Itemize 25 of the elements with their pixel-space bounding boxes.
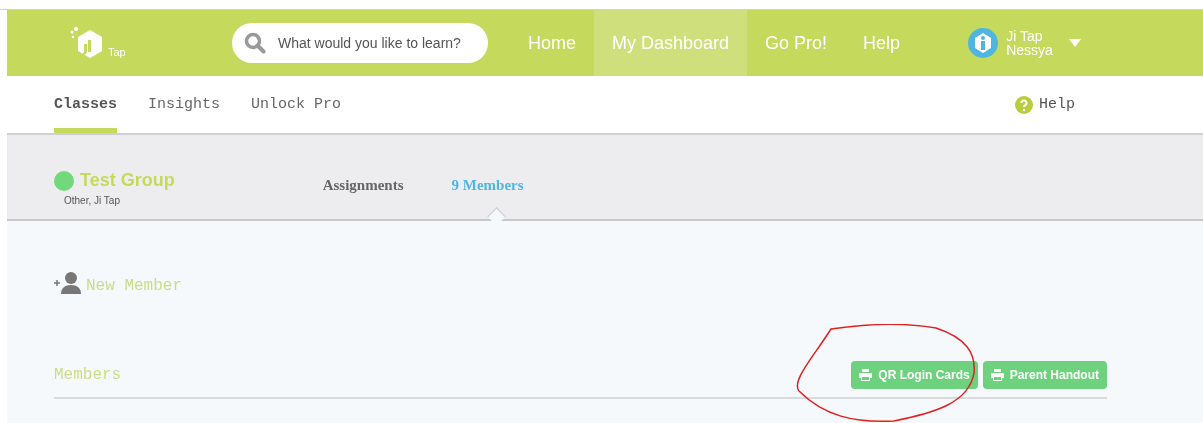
nav-link[interactable]: Home xyxy=(510,10,594,76)
question-icon xyxy=(1015,95,1033,114)
user-name[interactable]: Ji Tap Nessya xyxy=(1006,29,1053,57)
subnav-tab[interactable]: Unlock Pro xyxy=(251,81,342,133)
dropdown-caret-icon[interactable] xyxy=(1068,39,1081,47)
status-dot xyxy=(54,170,74,191)
help-link[interactable]: Help xyxy=(1039,96,1075,113)
subnav-tab[interactable]: Insights xyxy=(148,81,221,133)
logo-text: Tap xyxy=(108,46,126,60)
search-field[interactable]: What would you like to learn? xyxy=(232,23,488,63)
new-member-link[interactable]: New Member xyxy=(86,277,182,295)
printer-icon xyxy=(859,369,873,381)
group-tab[interactable]: Assignments xyxy=(322,177,404,219)
avatar-icon[interactable] xyxy=(968,28,999,58)
logo-icon xyxy=(69,26,105,60)
printer-icon xyxy=(990,369,1004,381)
nav-link[interactable]: Help xyxy=(845,10,919,76)
print-button[interactable]: Parent Handout xyxy=(982,361,1107,389)
group-subtitle: Other, Ji Tap xyxy=(64,195,121,206)
add-person-icon[interactable] xyxy=(54,271,82,295)
nav-link[interactable]: Go Pro! xyxy=(747,10,846,76)
group-name: Test Group xyxy=(80,170,175,191)
nav-link[interactable]: My Dashboard xyxy=(594,10,748,76)
print-button[interactable]: QR Login Cards xyxy=(851,361,978,389)
members-heading: Members xyxy=(54,366,122,384)
